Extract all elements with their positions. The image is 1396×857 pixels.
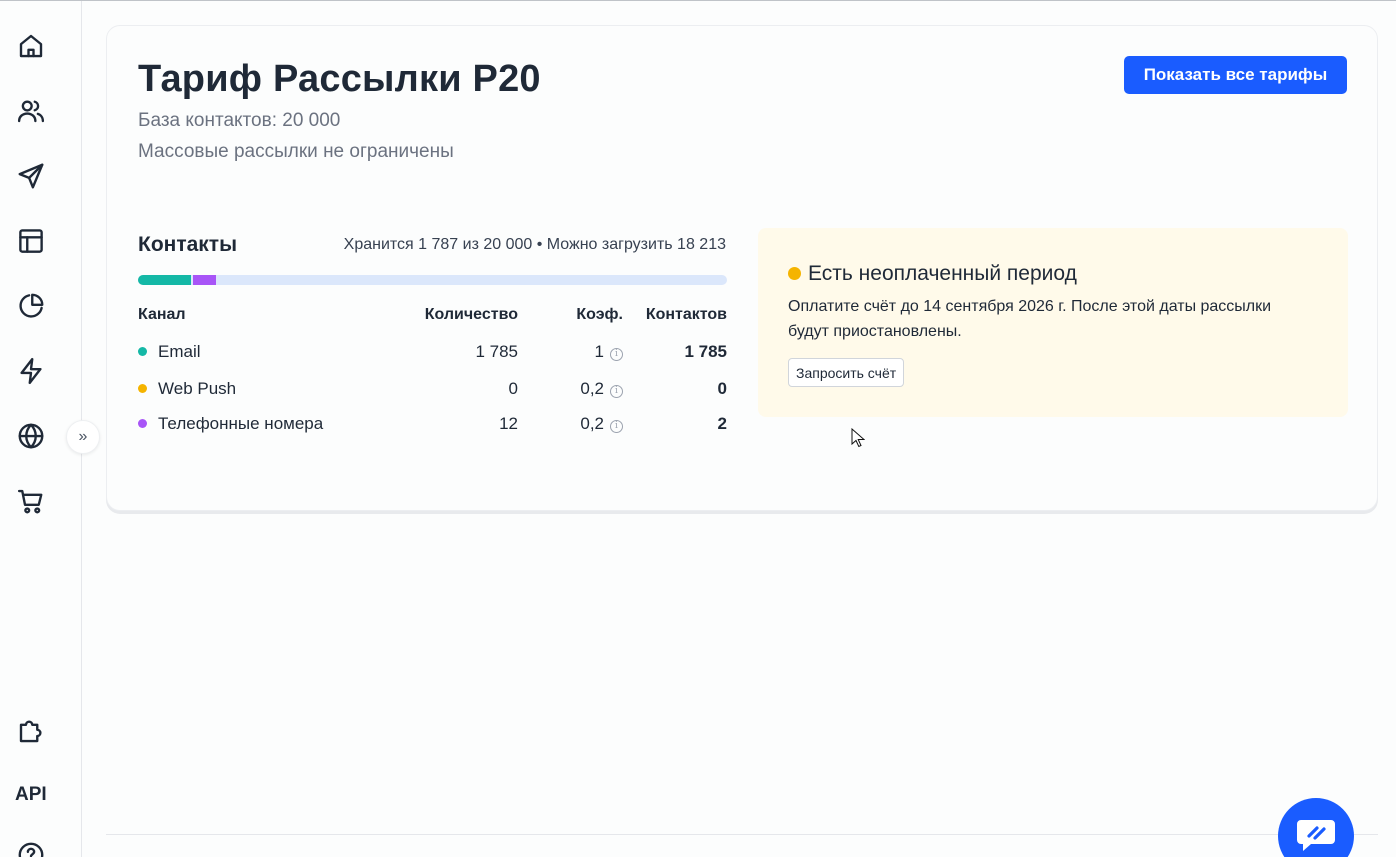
- cart-icon[interactable]: [15, 485, 47, 517]
- channel-coef: 0,2: [580, 413, 604, 433]
- channel-color-dot: [138, 346, 147, 356]
- table-header-row: Канал Количество Коэф. Контактов: [138, 302, 727, 328]
- plan-card: Тариф Рассылки Р20 База контактов: 20 00…: [106, 25, 1378, 511]
- pie-chart-icon[interactable]: [15, 290, 47, 322]
- channel-contacts: 2: [717, 413, 727, 433]
- send-icon[interactable]: [15, 160, 47, 192]
- unpaid-notice: Есть неоплаченный период Оплатите счёт д…: [758, 228, 1348, 417]
- help-icon[interactable]: [15, 839, 47, 857]
- progress-segment: [192, 275, 217, 285]
- channel-contacts: 1 785: [684, 341, 727, 361]
- channels-table: Канал Количество Коэф. Контактов Email 1…: [138, 302, 727, 441]
- info-icon[interactable]: i: [610, 347, 623, 361]
- page-title: Тариф Рассылки Р20: [138, 58, 541, 100]
- progress-segment: [138, 275, 191, 285]
- channel-count: 1 785: [475, 341, 518, 361]
- channel-name: Телефонные номера: [158, 413, 324, 433]
- channel-contacts: 0: [717, 378, 727, 398]
- column-header: Контактов: [645, 306, 727, 323]
- channel-name: Email: [158, 341, 201, 361]
- puzzle-icon[interactable]: [15, 715, 47, 747]
- layout-icon[interactable]: [15, 225, 47, 257]
- channel-coef: 0,2: [580, 378, 604, 398]
- mailings-text: Массовые рассылки не ограничены: [138, 141, 454, 162]
- notice-text: Оплатите счёт до 14 сентября 2026 г. Пос…: [788, 298, 1272, 340]
- warning-dot-icon: [788, 266, 801, 280]
- contacts-base-text: База контактов: 20 000: [138, 110, 341, 131]
- column-header: Количество: [424, 306, 518, 323]
- request-invoice-button[interactable]: Запросить счёт: [788, 358, 905, 387]
- channel-count: 12: [499, 413, 518, 433]
- sidebar: API »: [0, 1, 100, 857]
- double-chevron-right-icon: »: [78, 428, 88, 445]
- chat-button[interactable]: [1278, 798, 1354, 857]
- footer-divider: [106, 834, 1378, 835]
- expand-sidebar-button[interactable]: »: [66, 420, 100, 454]
- channel-color-dot: [138, 383, 147, 393]
- column-header: Канал: [138, 306, 186, 323]
- show-all-plans-button[interactable]: Показать все тарифы: [1124, 56, 1347, 94]
- channel-name: Web Push: [158, 378, 237, 398]
- contacts-title: Контакты: [138, 233, 238, 256]
- contacts-progress-bar: [138, 275, 727, 285]
- api-link[interactable]: API: [15, 784, 49, 806]
- column-header: Коэф.: [576, 306, 623, 323]
- channel-count: 0: [508, 378, 518, 398]
- home-icon[interactable]: [15, 30, 47, 62]
- mouse-cursor-icon: [851, 428, 865, 448]
- contacts-usage-info: Хранится 1 787 из 20 000 • Можно загрузи…: [343, 236, 726, 253]
- table-row: Email 1 785 1i 1 785: [138, 328, 727, 371]
- info-icon[interactable]: i: [610, 419, 623, 433]
- info-icon[interactable]: i: [610, 384, 623, 398]
- table-row: Телефонные номера 12 0,2 i 2: [138, 406, 727, 441]
- channel-coef: 1: [594, 341, 604, 361]
- users-icon[interactable]: [15, 95, 47, 127]
- notice-title: Есть неоплаченный период: [808, 262, 1077, 285]
- channel-color-dot: [138, 418, 147, 428]
- globe-icon[interactable]: [15, 420, 47, 452]
- table-row: Web Push 0 0,2 i 0: [138, 371, 727, 406]
- lightning-icon[interactable]: [15, 355, 47, 387]
- chat-icon: [1297, 820, 1335, 851]
